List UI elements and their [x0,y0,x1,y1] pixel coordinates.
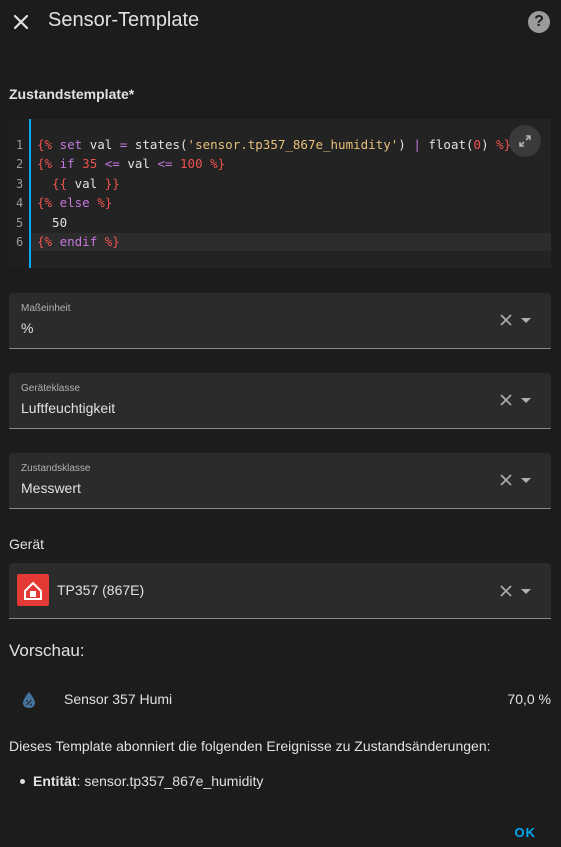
unit-select[interactable]: Maßeinheit % [9,293,551,349]
code-token: = [112,137,135,152]
code-token: if [52,156,83,171]
code-line[interactable]: {{ val }} [37,176,120,191]
line-number: 2 [16,157,24,171]
entity-prefix: Entität [33,773,77,789]
line-number: 4 [16,196,24,210]
code-token: %} [104,234,120,249]
code-token: set [52,137,90,152]
subscribed-entity-id: : sensor.tp357_867e_humidity [76,773,264,789]
device-picker[interactable]: TP357 (867E) [9,563,551,619]
device-class-value: Luftfeuchtigkeit [21,400,116,416]
water-percent-icon [22,691,36,709]
code-line-active[interactable]: {% endif %} [31,233,551,251]
bullet [20,779,25,784]
device-label: Gerät [9,536,45,552]
clear-icon[interactable] [499,313,513,327]
state-class-label: Zustandsklasse [21,463,91,474]
code-token: {{ [37,176,68,191]
subscribed-entity-item: Entität: sensor.tp357_867e_humidity [20,773,264,789]
expand-editor-button[interactable] [509,125,541,157]
device-class-select[interactable]: Geräteklasse Luftfeuchtigkeit [9,373,551,429]
code-token: }} [104,176,120,191]
unit-label: Maßeinheit [21,303,71,314]
code-token: {% [37,137,53,152]
chevron-down-icon[interactable] [521,589,531,594]
preview-entity-state: 70,0 % [507,691,551,707]
clear-icon[interactable] [499,473,513,487]
clear-icon[interactable] [499,584,513,598]
code-token: states( [134,137,188,152]
code-token: val [67,176,105,191]
close-icon[interactable] [10,11,32,33]
code-line[interactable]: {% set val = states('sensor.tp357_867e_h… [37,137,511,152]
template-code-editor[interactable]: 1 2 3 4 5 6 {% set val = states('sensor.… [9,119,551,268]
code-token: %} [202,156,226,171]
dialog-header: Sensor-Template ? [0,0,561,44]
preview-entity-name: Sensor 357 Humi [64,691,173,707]
subscription-info: Dieses Template abonniert die folgenden … [9,738,491,754]
chevron-down-icon[interactable] [521,318,531,323]
code-token: {% [37,195,53,210]
code-token: 50 [37,215,68,230]
code-line[interactable]: {% else %} [37,195,112,210]
preview-title: Vorschau: [9,641,85,660]
code-token: <= [97,156,128,171]
line-number: 1 [16,138,24,152]
code-token: {% [37,234,53,249]
code-token: | [413,137,421,152]
code-token: <= [149,156,181,171]
code-token: val [89,137,113,152]
chevron-down-icon[interactable] [521,478,531,483]
line-number: 3 [16,177,24,191]
code-line[interactable]: 50 [37,215,67,230]
device-class-label: Geräteklasse [21,383,80,394]
code-token: else [52,195,98,210]
code-token: 35 [82,156,98,171]
unit-value: % [21,320,34,336]
code-token: ) [398,137,414,152]
code-token: endif [52,234,105,249]
line-number: 5 [16,216,24,230]
device-brand-icon [17,574,49,606]
code-token: ) [481,137,497,152]
state-class-value: Messwert [21,480,81,496]
device-name: TP357 (867E) [57,582,145,598]
clear-icon[interactable] [499,393,513,407]
code-line[interactable]: {% if 35 <= val <= 100 %} [37,156,225,171]
code-token: float( [420,137,474,152]
help-icon[interactable]: ? [528,11,550,33]
ok-button[interactable]: OK [515,825,537,840]
chevron-down-icon[interactable] [521,398,531,403]
code-token: %} [97,195,113,210]
template-label: Zustandstemplate* [9,86,135,102]
expand-icon [519,135,531,147]
preview-entity-row: Sensor 357 Humi 70,0 % [9,683,551,717]
code-token: 100 [180,156,203,171]
code-token: {% [37,156,53,171]
code-token: 0 [473,137,482,152]
dialog-title: Sensor-Template [48,9,200,31]
state-class-select[interactable]: Zustandsklasse Messwert [9,453,551,509]
code-token: 'sensor.tp357_867e_humidity' [187,137,399,152]
line-number: 6 [16,235,24,249]
code-token: val [127,156,150,171]
